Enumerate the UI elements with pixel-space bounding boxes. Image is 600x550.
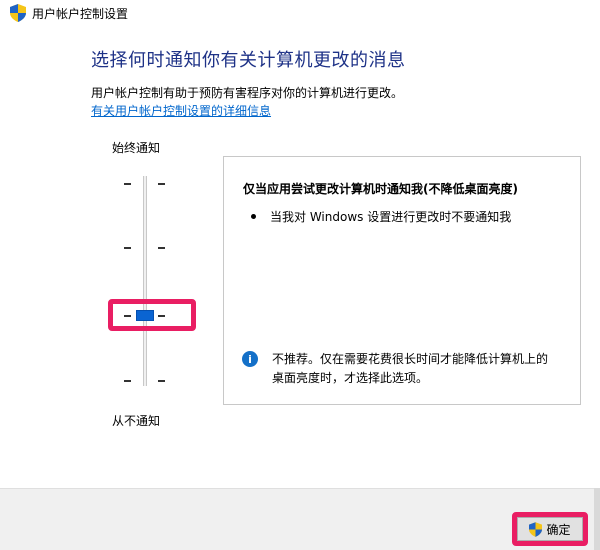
- window-title: 用户帐户控制设置: [32, 7, 129, 21]
- title-bar: 用户帐户控制设置: [0, 0, 600, 26]
- slider-label-never-notify: 从不通知: [112, 414, 161, 428]
- setting-title: 仅当应用尝试更改计算机时通知我(不降低桌面亮度): [243, 182, 518, 196]
- setting-bullet-text: 当我对 Windows 设置进行更改时不要通知我: [270, 210, 512, 224]
- ok-button[interactable]: 确定: [517, 517, 583, 541]
- more-info-link[interactable]: 有关用户帐户控制设置的详细信息: [91, 102, 271, 119]
- ok-button-label: 确定: [546, 522, 571, 537]
- info-icon: i: [242, 351, 258, 367]
- slider-label-always-notify: 始终通知: [112, 141, 161, 155]
- slider-tick: [158, 183, 165, 185]
- uac-shield-icon: [10, 4, 26, 22]
- slider-tick: [158, 380, 165, 382]
- slider-tick: [124, 183, 131, 185]
- description-text: 用户帐户控制有助于预防有害程序对你的计算机进行更改。: [91, 86, 404, 100]
- bullet-icon: [251, 214, 256, 219]
- setting-note-line-1: 不推荐。仅在需要花费很长时间才能降低计算机上的: [272, 352, 549, 366]
- slider-track[interactable]: [143, 176, 147, 386]
- button-bar: [0, 488, 600, 550]
- setting-note: 不推荐。仅在需要花费很长时间才能降低计算机上的 桌面亮度时，才选择此选项。: [272, 350, 548, 388]
- slider-tick: [158, 247, 165, 249]
- page-heading: 选择何时通知你有关计算机更改的消息: [91, 50, 406, 71]
- slider-tick: [124, 247, 131, 249]
- slider-tick: [124, 380, 131, 382]
- uac-shield-icon: [529, 521, 543, 537]
- slider-thumb[interactable]: [136, 310, 154, 321]
- setting-note-line-2: 桌面亮度时，才选择此选项。: [272, 371, 429, 385]
- window-edge: [594, 488, 600, 550]
